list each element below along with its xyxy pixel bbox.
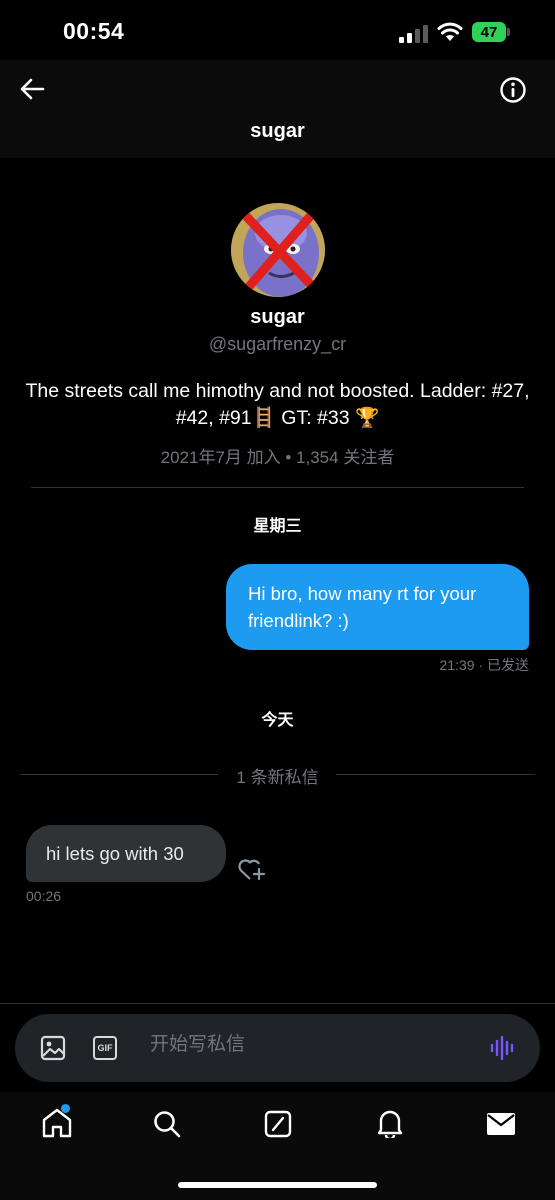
battery-indicator: 47 — [472, 22, 506, 42]
add-reaction-heart-icon[interactable] — [237, 855, 267, 883]
home-icon[interactable] — [41, 1108, 73, 1138]
day-separator-today: 今天 — [261, 712, 294, 729]
voice-icon[interactable] — [489, 1034, 517, 1062]
day-separator-wednesday: 星期三 — [253, 518, 302, 535]
new-messages-divider: 1 条新私信 — [236, 768, 319, 787]
profile-name: sugar — [250, 306, 305, 328]
incoming-message-time: 00:26 — [26, 888, 62, 904]
gif-button[interactable]: GIF — [93, 1036, 117, 1060]
incoming-message-text: hi lets go with 30 — [46, 842, 184, 864]
gif-label: GIF — [97, 1043, 113, 1053]
info-icon[interactable] — [499, 76, 527, 104]
incoming-message[interactable]: hi lets go with 30 — [26, 825, 226, 882]
profile-bio: The streets call me himothy and not boos… — [25, 380, 530, 429]
grok-icon[interactable] — [264, 1110, 292, 1138]
header-title: sugar — [250, 120, 305, 142]
message-input[interactable] — [150, 1034, 470, 1056]
outgoing-message-time: 21:39 · 已发送 — [439, 657, 529, 673]
battery-level: 47 — [480, 23, 498, 41]
outgoing-message[interactable]: Hi bro, how many rt for your friendlink?… — [226, 564, 529, 650]
home-indicator[interactable] — [178, 1182, 377, 1188]
arrow-left-icon[interactable] — [19, 76, 45, 102]
conversation-header — [0, 60, 555, 158]
status-time: 00:54 — [63, 18, 125, 44]
wifi-icon — [437, 22, 463, 41]
battery-tip — [507, 28, 510, 36]
messages-icon[interactable] — [486, 1112, 516, 1136]
profile-meta: 2021年7月 加入 • 1,354 关注者 — [160, 448, 395, 467]
avatar[interactable] — [231, 203, 325, 297]
home-notification-dot — [61, 1104, 70, 1113]
notifications-icon[interactable] — [376, 1108, 404, 1138]
profile-divider — [31, 487, 524, 488]
cellular-signal-icon — [399, 25, 428, 43]
composer-divider — [0, 1003, 555, 1004]
image-icon[interactable] — [40, 1035, 66, 1061]
profile-handle[interactable]: @sugarfrenzy_cr — [0, 334, 555, 355]
search-icon[interactable] — [152, 1109, 182, 1139]
